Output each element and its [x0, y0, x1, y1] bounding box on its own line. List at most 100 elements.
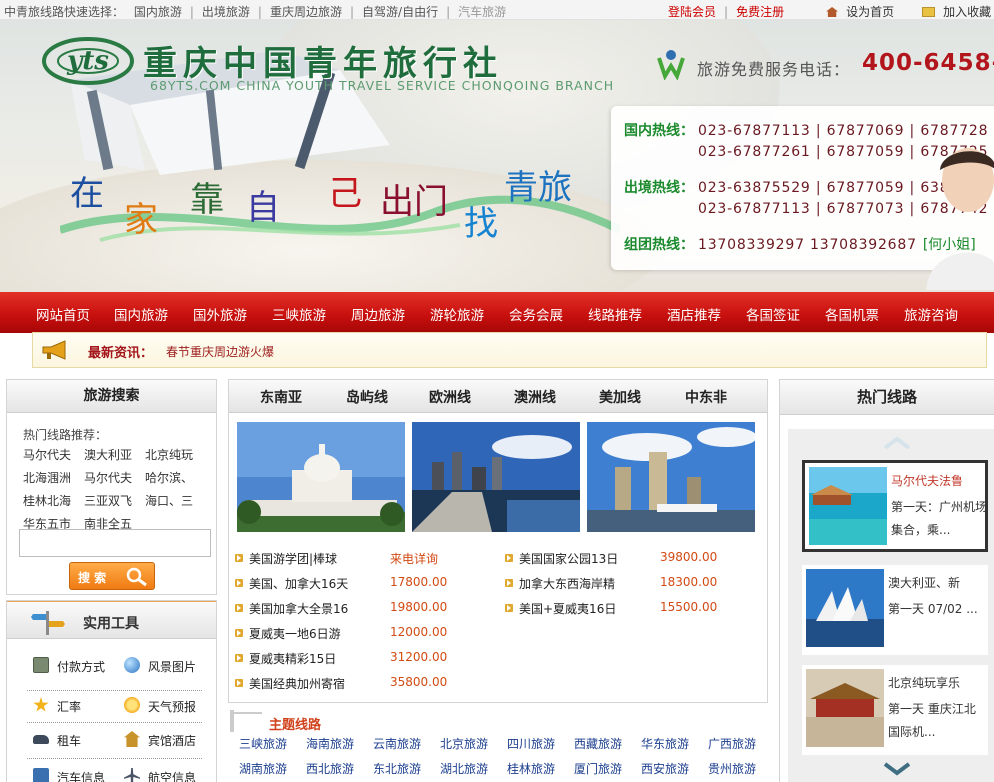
hot-route-link[interactable]: 马尔代夫: [84, 468, 145, 488]
tab-australia[interactable]: 澳洲线: [514, 387, 556, 407]
theme-link[interactable]: 西安旅游: [641, 760, 689, 777]
forbidden-city-photo: [806, 669, 884, 747]
hot-routes-panel: 热门线路 马尔代夫法鲁 第一天：广州机场集合，乘... 澳大利亚、新 第一天 0…: [779, 379, 994, 782]
hot-routes-list: 马尔代夫 澳大利亚 北京纯玩北海涠洲 马尔代夫 哈尔滨、桂林北海 三亚双飞 海口、三华东五市…: [23, 445, 213, 537]
hot-route-card[interactable]: 澳大利亚、新 第一天 07/02 ...: [802, 565, 988, 655]
theme-link[interactable]: 三峡旅游: [239, 735, 287, 752]
slogan-char: 青旅: [504, 168, 572, 208]
nav-domestic[interactable]: 国内旅游: [114, 304, 168, 324]
useful-tools-panel: 实用工具 付款方式 风景图片 汇率 天气预报 租车 宾馆酒店 汽车信息 航空信息: [6, 600, 217, 782]
tab-middle-east-africa[interactable]: 中东非: [685, 387, 727, 407]
hot-routes-title: 热门线路: [780, 380, 994, 415]
hot-route-link[interactable]: 桂林北海: [23, 491, 84, 511]
news-label: 最新资讯：: [88, 346, 154, 361]
tab-europe[interactable]: 欧洲线: [429, 387, 471, 407]
region-tabs: 东南亚 岛屿线 欧洲线 澳洲线 美加线 中东非: [229, 380, 767, 413]
hot-route-card[interactable]: 北京纯玩享乐 第一天 重庆江北国际机...: [802, 665, 988, 755]
slogan-char: 自: [246, 188, 280, 228]
login-link[interactable]: 登陆会员: [668, 5, 716, 19]
quick-link-outbound[interactable]: 出境旅游: [202, 3, 250, 20]
hotline-row: 组团热线： 13708339297 13708392687 [何小姐]: [624, 237, 976, 253]
nav-consult[interactable]: 旅游咨询: [904, 304, 958, 324]
search-button[interactable]: 搜 索: [69, 562, 155, 590]
nav-flights[interactable]: 各国机票: [825, 304, 879, 324]
theme-link[interactable]: 四川旅游: [507, 735, 555, 752]
city-bridge-photo[interactable]: [412, 422, 580, 532]
nav-three-gorges[interactable]: 三峡旅游: [272, 304, 326, 324]
hot-route-link[interactable]: 哈尔滨、: [145, 468, 206, 488]
theme-link[interactable]: 海南旅游: [306, 735, 354, 752]
nav-home[interactable]: 网站首页: [36, 304, 90, 324]
theme-link[interactable]: 西藏旅游: [574, 735, 622, 752]
folder-icon: [922, 7, 936, 17]
scroll-up-icon[interactable]: [882, 436, 912, 450]
harbor-photo[interactable]: [587, 422, 755, 532]
hot-route-link[interactable]: 海口、三: [145, 491, 206, 511]
nav-recommended[interactable]: 线路推荐: [588, 304, 642, 324]
star-icon: [33, 697, 49, 712]
top-bar: 中青旅线路快速选择： 国内旅游 | 出境旅游 | 重庆周边旅游 | 自驾游/自由行 | 汽车旅游…: [0, 0, 994, 20]
service-phone-label: 旅游免费服务电话：: [697, 60, 851, 79]
capitol-photo[interactable]: [237, 422, 405, 532]
nav-visa[interactable]: 各国签证: [746, 304, 800, 324]
quick-link-domestic[interactable]: 国内旅游: [134, 3, 182, 20]
theme-link[interactable]: 湖北旅游: [440, 760, 488, 777]
quick-link-bus[interactable]: 汽车旅游: [458, 3, 506, 20]
nav-overseas[interactable]: 国外旅游: [193, 304, 247, 324]
hot-route-link[interactable]: 澳大利亚: [84, 445, 145, 465]
theme-routes-header: 主题线路: [228, 708, 768, 733]
search-button-label: 搜 索: [78, 571, 107, 585]
main-nav: 网站首页 国内旅游 国外旅游 三峡旅游 周边旅游 游轮旅游 会务会展 线路推荐 …: [0, 292, 994, 333]
svg-text:yts: yts: [66, 46, 109, 76]
hot-route-link[interactable]: 马尔代夫: [23, 445, 84, 465]
car-icon: [33, 735, 49, 744]
news-item[interactable]: 春节重庆周边游火爆: [166, 343, 274, 360]
nav-cruise[interactable]: 游轮旅游: [430, 304, 484, 324]
scroll-down-icon[interactable]: [882, 762, 912, 776]
sydney-photo: [806, 569, 884, 647]
route-tabs-panel: 东南亚 岛屿线 欧洲线 澳洲线 美加线 中东非 美国游学团|棒球 来电详询 美国…: [228, 379, 768, 703]
theme-link[interactable]: 西北旅游: [306, 760, 354, 777]
quick-select-label: 中青旅线路快速选择：: [4, 5, 125, 19]
set-home-link[interactable]: 设为首页: [846, 5, 894, 19]
search-input[interactable]: [19, 529, 211, 557]
theme-link[interactable]: 云南旅游: [373, 735, 421, 752]
quick-link-selfdrive[interactable]: 自驾游/自由行: [362, 3, 438, 20]
quick-link-nearby[interactable]: 重庆周边旅游: [270, 3, 342, 20]
tab-islands[interactable]: 岛屿线: [346, 387, 388, 407]
hot-route-link[interactable]: 三亚双飞: [84, 491, 145, 511]
register-link[interactable]: 免费注册: [736, 5, 784, 19]
slogan-char: 己: [328, 174, 362, 214]
hot-route-card[interactable]: 马尔代夫法鲁 第一天：广州机场集合，乘...: [802, 460, 988, 552]
bullet-icon: [235, 654, 243, 662]
theme-link[interactable]: 华东旅游: [641, 735, 689, 752]
nav-nearby[interactable]: 周边旅游: [351, 304, 405, 324]
theme-link[interactable]: 厦门旅游: [574, 760, 622, 777]
tab-america[interactable]: 美加线: [599, 387, 641, 407]
hot-route-link[interactable]: 北京纯玩: [145, 445, 206, 465]
home-icon: [826, 7, 839, 17]
theme-link[interactable]: 贵州旅游: [708, 760, 756, 777]
theme-link[interactable]: 北京旅游: [440, 735, 488, 752]
hot-route-link[interactable]: 北海涠洲: [23, 468, 84, 488]
theme-link[interactable]: 东北旅游: [373, 760, 421, 777]
search-icon: [126, 567, 147, 587]
theme-routes-title: 主题线路: [269, 718, 322, 733]
megaphone-icon: [42, 340, 66, 360]
theme-link[interactable]: 湖南旅游: [239, 760, 287, 777]
service-phone-number: 400-6458-6: [862, 50, 994, 76]
theme-link[interactable]: 广西旅游: [708, 735, 756, 752]
theme-link[interactable]: 桂林旅游: [507, 760, 555, 777]
add-favorite-link[interactable]: 加入收藏: [943, 5, 991, 19]
cyts-logo: yts: [42, 37, 134, 85]
bullet-icon: [235, 554, 243, 562]
travel-search-title: 旅游搜索: [7, 380, 216, 413]
quick-route-select: 中青旅线路快速选择： 国内旅游 | 出境旅游 | 重庆周边旅游 | 自驾游/自由行 | 汽车旅游: [4, 3, 507, 20]
tab-southeast-asia[interactable]: 东南亚: [260, 387, 302, 407]
maldives-photo: [809, 467, 887, 545]
service-agent-photo: [926, 148, 994, 290]
nav-hotels[interactable]: 酒店推荐: [667, 304, 721, 324]
bullet-icon: [235, 579, 243, 587]
tools-title: 实用工具: [83, 616, 139, 632]
nav-conference[interactable]: 会务会展: [509, 304, 563, 324]
